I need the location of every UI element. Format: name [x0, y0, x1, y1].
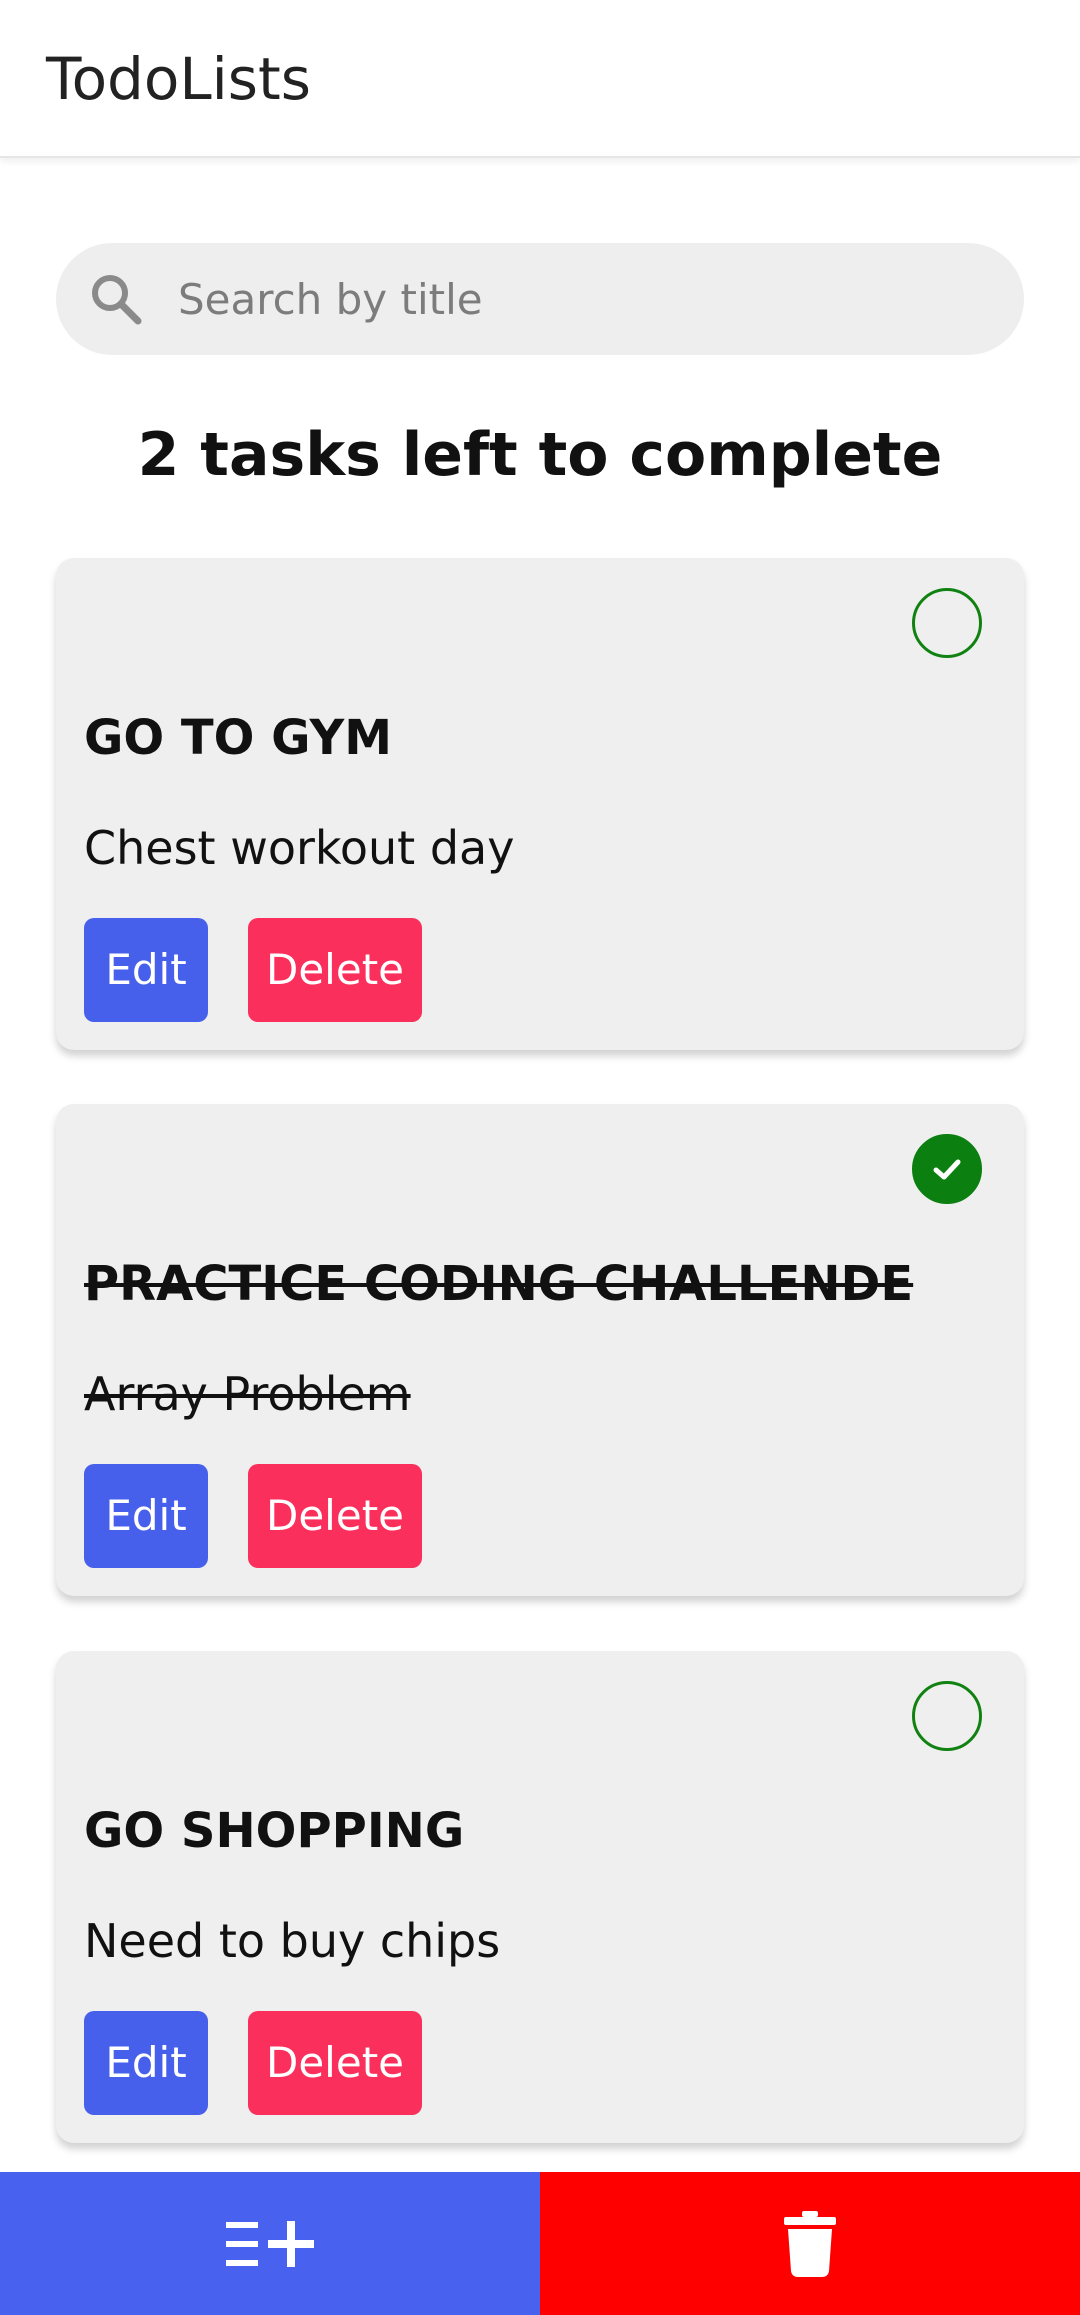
search-icon: [92, 275, 142, 325]
task-title: GO TO GYM: [84, 710, 393, 766]
delete-button[interactable]: Delete: [248, 1464, 422, 1568]
delete-all-button[interactable]: [540, 2172, 1080, 2315]
task-card: GO TO GYM Chest workout day Edit Delete: [56, 558, 1024, 1050]
bottom-action-bar: [0, 2172, 1080, 2315]
trash-icon: [784, 2210, 836, 2277]
complete-toggle[interactable]: [912, 588, 982, 658]
task-description: Chest workout day: [84, 821, 515, 875]
add-task-button[interactable]: [0, 2172, 540, 2315]
edit-button[interactable]: Edit: [84, 1464, 208, 1568]
complete-toggle[interactable]: [912, 1134, 982, 1204]
search-input[interactable]: [178, 243, 978, 355]
app-title: TodoLists: [46, 45, 311, 113]
task-title: GO SHOPPING: [84, 1803, 465, 1859]
task-title: PRACTICE CODING CHALLENDE: [84, 1256, 914, 1312]
search-bar[interactable]: [56, 243, 1024, 355]
playlist-add-icon: [226, 2220, 314, 2267]
delete-button[interactable]: Delete: [248, 918, 422, 1022]
tasks-remaining-summary: 2 tasks left to complete: [137, 420, 943, 490]
edit-button[interactable]: Edit: [84, 2011, 208, 2115]
complete-toggle[interactable]: [912, 1681, 982, 1751]
task-description: Array Problem: [84, 1367, 411, 1421]
task-card: GO SHOPPING Need to buy chips Edit Delet…: [56, 1651, 1024, 2143]
task-card: PRACTICE CODING CHALLENDE Array Problem …: [56, 1104, 1024, 1596]
edit-button[interactable]: Edit: [84, 918, 208, 1022]
delete-button[interactable]: Delete: [248, 2011, 422, 2115]
app-bar: TodoLists: [0, 0, 1080, 158]
task-description: Need to buy chips: [84, 1914, 501, 1968]
checkmark-icon: [933, 1159, 961, 1180]
